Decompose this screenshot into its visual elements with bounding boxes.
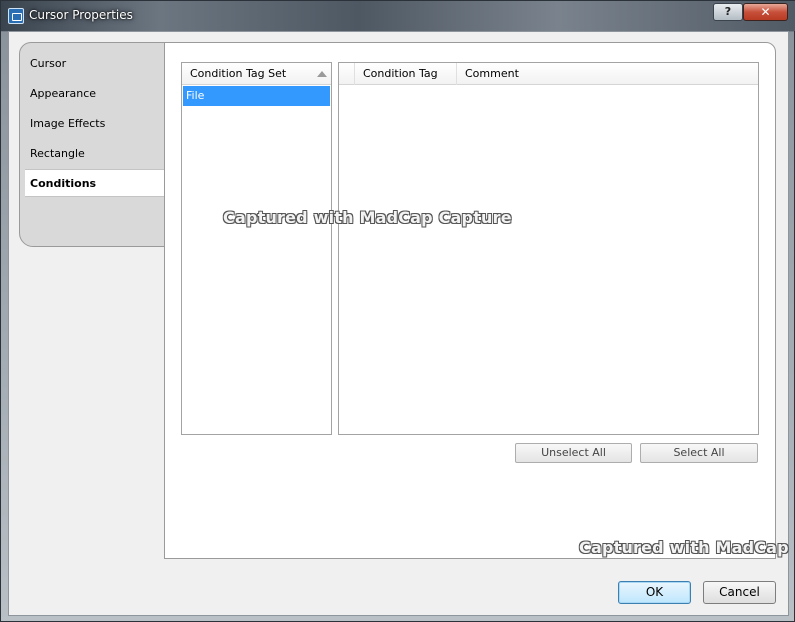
- cancel-button[interactable]: Cancel: [703, 581, 776, 604]
- tab-cursor[interactable]: Cursor: [29, 54, 66, 74]
- list-item-selected[interactable]: File: [183, 86, 330, 106]
- app-icon: [8, 8, 24, 24]
- column-header-comment[interactable]: Comment: [457, 63, 758, 85]
- list-header[interactable]: Condition Tag Comment: [339, 63, 758, 85]
- ok-button[interactable]: OK: [618, 581, 691, 604]
- tab-appearance[interactable]: Appearance: [29, 84, 96, 104]
- column-header-condition-tag[interactable]: Condition Tag: [355, 63, 457, 85]
- sort-ascending-icon: [317, 71, 327, 77]
- title-bar[interactable]: Cursor Properties ? ✕: [1, 1, 795, 31]
- list-header[interactable]: Condition Tag Set: [182, 63, 331, 85]
- window-title: Cursor Properties: [29, 8, 133, 22]
- checkbox-column-header[interactable]: [339, 63, 355, 85]
- watermark-center: Captured with MadCap Capture: [223, 208, 512, 227]
- condition-tag-list[interactable]: Condition Tag Comment: [338, 62, 759, 435]
- close-button[interactable]: ✕: [743, 3, 788, 21]
- tab-image-effects[interactable]: Image Effects: [29, 114, 105, 134]
- dialog-client-area: Cursor Appearance Image Effects Rectangl…: [8, 31, 789, 616]
- unselect-all-button[interactable]: Unselect All: [515, 443, 632, 463]
- watermark-bottom: Captured with MadCap: [579, 538, 789, 557]
- tab-rectangle[interactable]: Rectangle: [29, 144, 85, 164]
- column-header-condition-tag-set[interactable]: Condition Tag Set: [182, 63, 331, 85]
- dialog-window: Cursor Properties ? ✕ Cursor Appearance …: [0, 0, 795, 622]
- condition-tag-set-list[interactable]: Condition Tag Set File: [181, 62, 332, 435]
- tab-conditions[interactable]: Conditions: [25, 169, 168, 197]
- conditions-panel: Condition Tag Set File Condition Tag Com…: [164, 42, 776, 559]
- tab-list: Cursor Appearance Image Effects Rectangl…: [19, 42, 168, 247]
- help-button[interactable]: ?: [713, 3, 743, 21]
- select-all-button[interactable]: Select All: [640, 443, 758, 463]
